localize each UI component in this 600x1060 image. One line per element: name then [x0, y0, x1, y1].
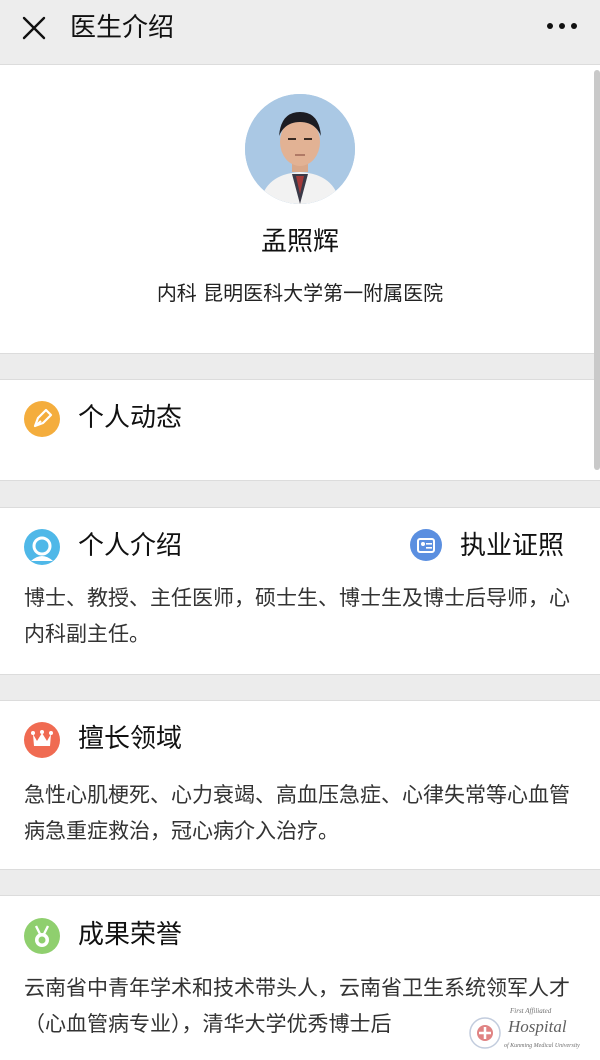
doctor-profile-card: 孟照辉 内科 昆明医科大学第一附属医院	[0, 64, 600, 354]
doctor-name: 孟照辉	[260, 227, 339, 257]
hospital-watermark-logo: First Affiliated Hospital of Kunming Med…	[468, 1003, 586, 1053]
expertise-section: 擅长领域 急性心肌梗死、心力衰竭、高血压急症、心律失常等心血管病急重症救治，冠心…	[0, 700, 600, 870]
page-title: 医生介绍	[70, 13, 175, 43]
more-dots-icon	[547, 23, 577, 29]
section-title-updates: 个人动态	[78, 403, 183, 433]
more-button[interactable]	[542, 8, 582, 44]
id-card-icon[interactable]	[410, 529, 442, 561]
crown-icon	[24, 722, 60, 758]
personal-updates-section[interactable]: 个人动态	[0, 379, 600, 481]
section-title-honors: 成果荣誉	[78, 920, 183, 950]
license-link[interactable]: 执业证照	[460, 528, 564, 564]
section-title-intro: 个人介绍	[78, 531, 183, 561]
top-bar: 医生介绍	[0, 0, 600, 64]
avatar	[245, 94, 355, 204]
doctor-department: 内科 昆明医科大学第一附属医院	[156, 281, 444, 305]
svg-text:Hospital: Hospital	[507, 1017, 567, 1036]
medal-icon	[24, 918, 60, 954]
pen-icon	[24, 401, 60, 437]
close-button[interactable]	[16, 10, 52, 46]
intro-text: 博士、教授、主任医师，硕士生、博士生及博士后导师，心内科副主任。	[24, 586, 570, 646]
section-title-expertise: 擅长领域	[78, 724, 183, 754]
person-icon	[24, 529, 60, 565]
close-icon	[22, 16, 46, 40]
scrollbar[interactable]	[594, 70, 600, 470]
personal-intro-section: 个人介绍 执业证照 博士、教授、主任医师，硕士生、博士生及博士后导师，心内科副主…	[0, 507, 600, 675]
expertise-text: 急性心肌梗死、心力衰竭、高血压急症、心律失常等心血管病急重症救治，冠心病介入治疗…	[24, 783, 570, 843]
svg-text:of Kunming Medical University: of Kunming Medical University	[504, 1042, 580, 1049]
svg-text:First Affiliated: First Affiliated	[509, 1007, 552, 1015]
